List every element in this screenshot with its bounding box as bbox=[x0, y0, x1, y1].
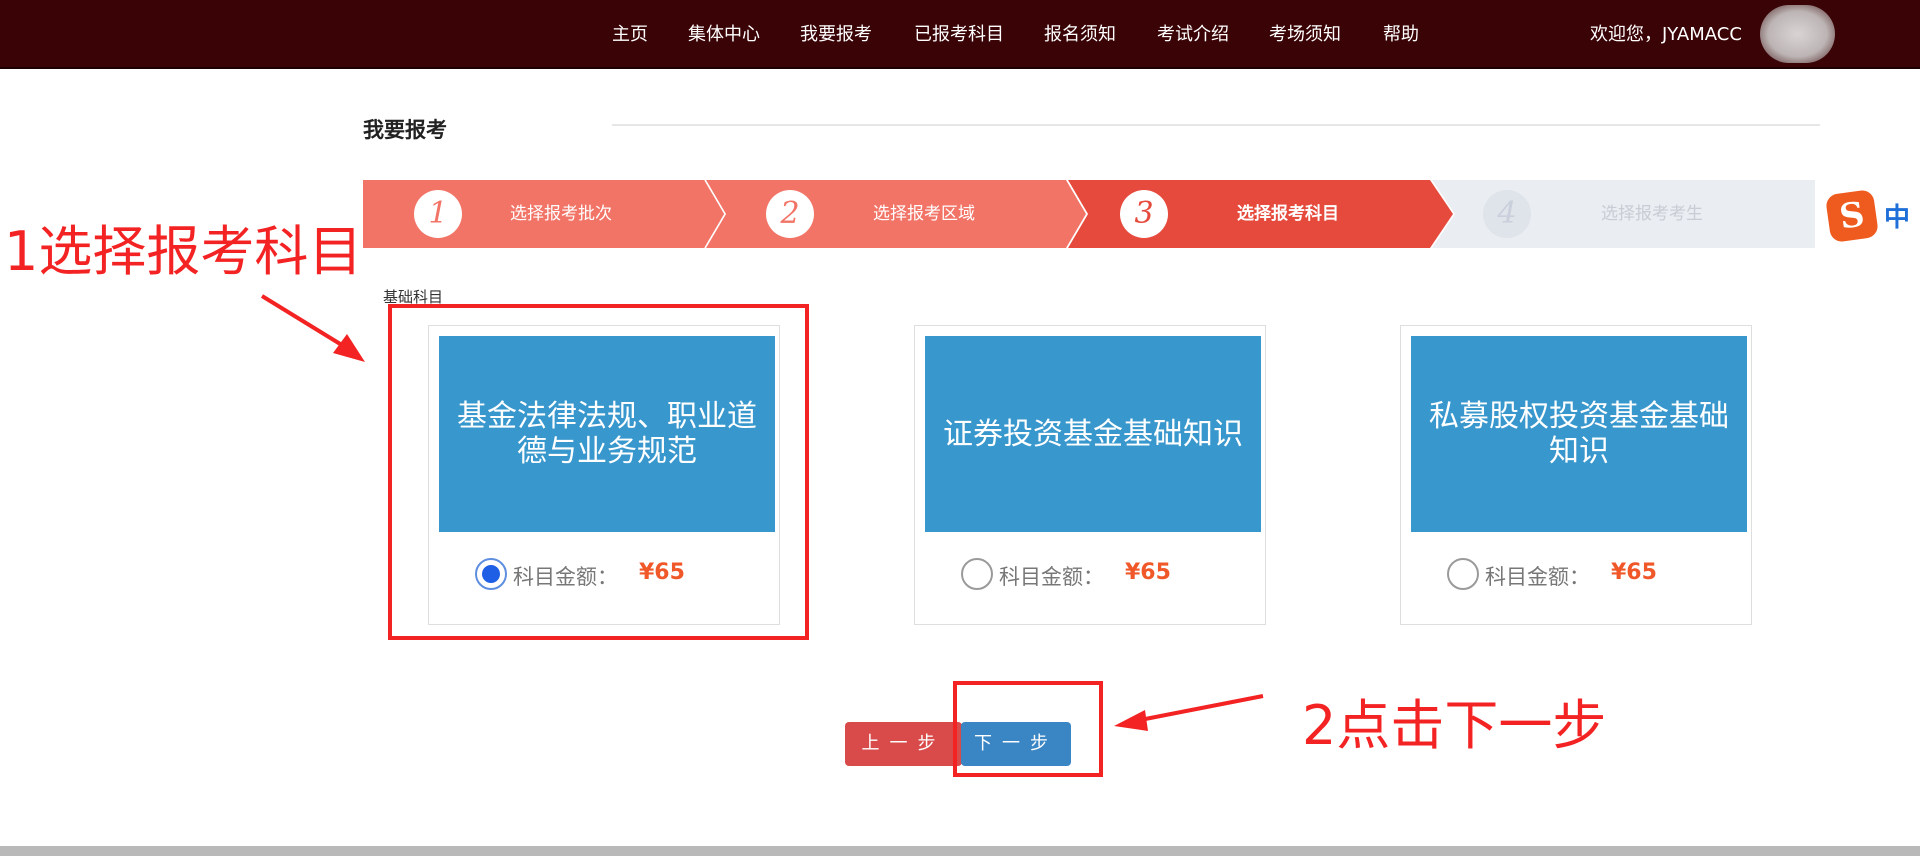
step-2-number: 2 bbox=[766, 190, 814, 238]
annotation-box-subject bbox=[388, 304, 809, 640]
nav-home[interactable]: 主页 bbox=[612, 23, 648, 47]
step-4-number: 4 bbox=[1483, 190, 1531, 238]
step-3-label: 选择报考科目 bbox=[1237, 204, 1339, 224]
arrow-1-head bbox=[333, 334, 365, 362]
step-3-number: 3 bbox=[1120, 190, 1168, 238]
arrow-2-head bbox=[1114, 710, 1148, 731]
nav-registration-notice[interactable]: 报名须知 bbox=[1044, 23, 1116, 47]
step-1-label: 选择报考批次 bbox=[510, 204, 612, 224]
bottom-scroll-edge bbox=[0, 846, 1920, 856]
arrow-2-shaft bbox=[1139, 694, 1264, 722]
nav-apply-exam[interactable]: 我要报考 bbox=[800, 23, 872, 47]
sogou-ime-icon[interactable]: S bbox=[1824, 188, 1880, 244]
progress-stepper: 1 选择报考批次 2 选择报考区域 3 选择报考科目 4 选择报考考生 bbox=[363, 180, 1815, 248]
page-title: 我要报考 bbox=[363, 118, 447, 142]
subject-3-price-label: 科目金额： bbox=[1485, 565, 1590, 589]
nav-applied-subjects[interactable]: 已报考科目 bbox=[914, 23, 1004, 47]
subject-card-3[interactable]: 私募股权投资基金基础知识 科目金额： ¥65 bbox=[1400, 325, 1752, 625]
step-2-label: 选择报考区域 bbox=[873, 204, 975, 224]
blurred-username bbox=[1760, 5, 1835, 63]
subject-card-2[interactable]: 证券投资基金基础知识 科目金额： ¥65 bbox=[914, 325, 1266, 625]
prev-step-button[interactable]: 上一步 bbox=[845, 722, 962, 766]
step-4-label: 选择报考考生 bbox=[1601, 204, 1703, 224]
step-1-number: 1 bbox=[414, 190, 462, 238]
title-divider bbox=[612, 124, 1820, 126]
subject-3-radio[interactable] bbox=[1447, 558, 1479, 590]
subject-2-radio[interactable] bbox=[961, 558, 993, 590]
nav-exam-room-notice[interactable]: 考场须知 bbox=[1269, 23, 1341, 47]
annotation-box-next bbox=[953, 681, 1103, 777]
ime-mode-indicator[interactable]: 中 bbox=[1884, 203, 1910, 233]
top-nav-bar: 主页 集体中心 我要报考 已报考科目 报名须知 考试介绍 考场须知 帮助 欢迎您… bbox=[0, 0, 1920, 69]
subject-2-price-label: 科目金额： bbox=[999, 565, 1104, 589]
annotation-step2-text: 2点击下一步 bbox=[1302, 694, 1607, 757]
annotation-step1-text: 1选择报考科目 bbox=[4, 220, 363, 283]
welcome-user-text[interactable]: 欢迎您，JYAMACC bbox=[1590, 23, 1742, 47]
subject-3-price: ¥65 bbox=[1611, 560, 1657, 585]
arrow-1-shaft bbox=[260, 294, 352, 352]
subject-2-price: ¥65 bbox=[1125, 560, 1171, 585]
nav-exam-intro[interactable]: 考试介绍 bbox=[1157, 23, 1229, 47]
subject-card-3-title: 私募股权投资基金基础知识 bbox=[1411, 336, 1747, 532]
nav-help[interactable]: 帮助 bbox=[1383, 23, 1419, 47]
nav-group-center[interactable]: 集体中心 bbox=[688, 23, 760, 47]
subject-card-2-title: 证券投资基金基础知识 bbox=[925, 336, 1261, 532]
